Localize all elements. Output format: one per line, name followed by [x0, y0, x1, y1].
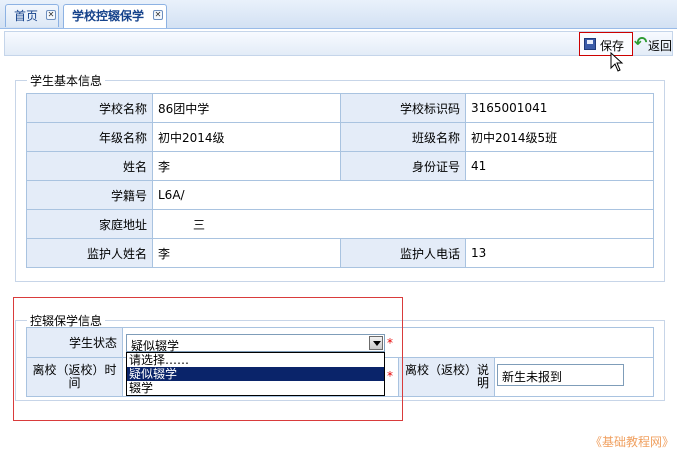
toolbar [4, 31, 673, 56]
student-number-label: 学籍号 [26, 180, 153, 210]
home-address-value: 三 [152, 209, 654, 239]
guardian-phone-label: 监护人电话 [340, 238, 466, 268]
guardian-phone-value: 13 [465, 238, 654, 268]
table-row: 家庭地址 三 [26, 209, 654, 239]
table-row: 年级名称 初中2014级 班级名称 初中2014级5班 [26, 122, 654, 152]
school-name-label: 学校名称 [26, 93, 153, 123]
close-icon[interactable]: ✕ [46, 10, 56, 20]
dropdown-option-selected[interactable]: 疑似辍学 [127, 367, 384, 381]
student-name-value: 李 [152, 151, 341, 181]
back-arrow-icon: ↶ [634, 33, 648, 52]
mouse-cursor-icon [610, 52, 624, 72]
table-row: 学籍号 L6A/ [26, 180, 654, 210]
tab-home-label: 首页 [14, 9, 39, 23]
guardian-name-value: 李 [152, 238, 341, 268]
tab-school-dropout-control-label: 学校控辍保学 [72, 9, 145, 23]
table-row: 监护人姓名 李 监护人电话 13 [26, 238, 654, 268]
grade-name-value: 初中2014级 [152, 122, 341, 152]
dropdown-option[interactable]: 请选择…… [127, 353, 384, 367]
back-button-label: 返回 [648, 39, 673, 53]
student-number-value: L6A/ [152, 180, 654, 210]
tab-home[interactable]: 首页 ✕ [5, 4, 59, 27]
guardian-name-label: 监护人姓名 [26, 238, 153, 268]
school-code-value: 3165001041 [465, 93, 654, 123]
id-number-value: 41 [465, 151, 654, 181]
save-disk-icon [584, 38, 596, 50]
save-button[interactable]: 保存 [579, 32, 633, 56]
table-row: 姓名 李 身份证号 41 [26, 151, 654, 181]
leave-note-label: 离校（返校）说明 [398, 357, 495, 397]
tab-school-dropout-control[interactable]: 学校控辍保学 ✕ [63, 4, 167, 28]
class-name-label: 班级名称 [340, 122, 466, 152]
dropdown-option[interactable]: 辍学 [127, 381, 384, 395]
school-name-value: 86团中学 [152, 93, 341, 123]
leave-note-input[interactable]: 新生未报到 [497, 364, 624, 386]
class-name-value: 初中2014级5班 [465, 122, 654, 152]
basic-info-table: 学校名称 86团中学 学校标识码 3165001041 年级名称 初中2014级… [26, 93, 654, 268]
id-number-label: 身份证号 [340, 151, 466, 181]
home-address-label: 家庭地址 [26, 209, 153, 239]
close-icon[interactable]: ✕ [153, 10, 163, 20]
student-status-dropdown-list: 请选择…… 疑似辍学 辍学 [126, 352, 385, 396]
grade-name-label: 年级名称 [26, 122, 153, 152]
school-code-label: 学校标识码 [340, 93, 466, 123]
student-name-label: 姓名 [26, 151, 153, 181]
basic-info-legend: 学生基本信息 [27, 72, 106, 89]
watermark: 《基础教程网》 [590, 435, 675, 449]
table-row: 学校名称 86团中学 学校标识码 3165001041 [26, 93, 654, 123]
